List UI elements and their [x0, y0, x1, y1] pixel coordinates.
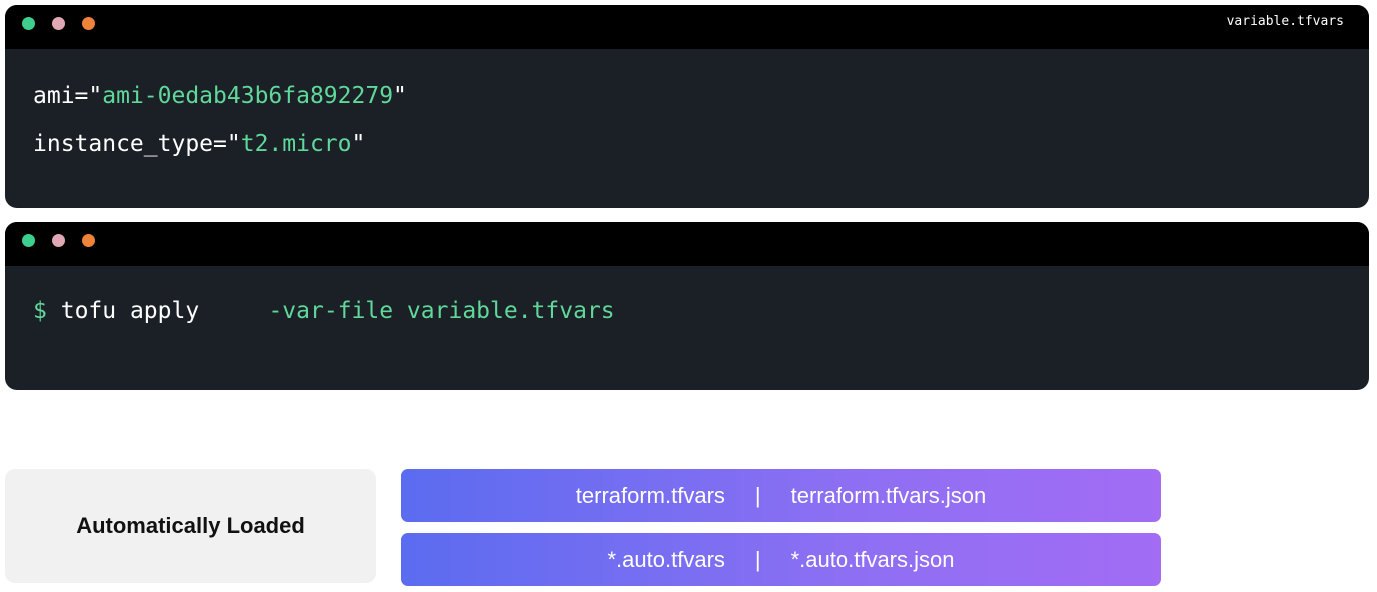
- command-text: tofu apply: [60, 298, 200, 324]
- green-dot-icon: [22, 234, 35, 247]
- auto-loaded-label: Automatically Loaded: [76, 513, 305, 538]
- code-line-ami: ami="ami-0edab43b6fa892279": [33, 83, 407, 109]
- file-name-left: *.auto.tfvars: [607, 546, 725, 572]
- window-titlebar: [5, 222, 1369, 266]
- auto-loaded-label-box: Automatically Loaded: [5, 469, 376, 583]
- prompt-symbol: $: [33, 298, 47, 324]
- code-quote: ": [393, 83, 407, 109]
- tfvars-code-window: variable.tfvars ami="ami-0edab43b6fa8922…: [5, 5, 1369, 208]
- orange-dot-icon: [82, 234, 95, 247]
- code-line-instance-type: instance_type="t2.micro": [33, 131, 365, 157]
- file-name-right: *.auto.tfvars.json: [790, 546, 955, 572]
- green-dot-icon: [22, 17, 35, 30]
- orange-dot-icon: [82, 17, 95, 30]
- file-name-right: terraform.tfvars.json: [790, 482, 987, 508]
- code-string-value: t2.micro: [240, 131, 352, 157]
- window-filename: variable.tfvars: [1226, 14, 1344, 29]
- code-quote: ": [351, 131, 366, 157]
- pink-dot-icon: [52, 234, 65, 247]
- separator: |: [754, 482, 761, 508]
- pink-dot-icon: [52, 17, 65, 30]
- file-name-left: terraform.tfvars: [575, 482, 725, 508]
- command-args: -var-file variable.tfvars: [268, 298, 615, 324]
- tfvars-files-row: terraform.tfvars | terraform.tfvars.json: [401, 469, 1161, 522]
- separator: |: [754, 546, 761, 572]
- terminal-window: $ tofu apply -var-file variable.tfvars: [5, 222, 1369, 390]
- window-titlebar: variable.tfvars: [5, 5, 1369, 49]
- auto-tfvars-files-row: *.auto.tfvars | *.auto.tfvars.json: [401, 533, 1161, 586]
- terminal-command-line: $ tofu apply -var-file variable.tfvars: [33, 298, 615, 324]
- code-key: ami=": [33, 83, 103, 109]
- code-key: instance_type=": [33, 131, 241, 157]
- code-string-value: ami-0edab43b6fa892279: [102, 83, 394, 109]
